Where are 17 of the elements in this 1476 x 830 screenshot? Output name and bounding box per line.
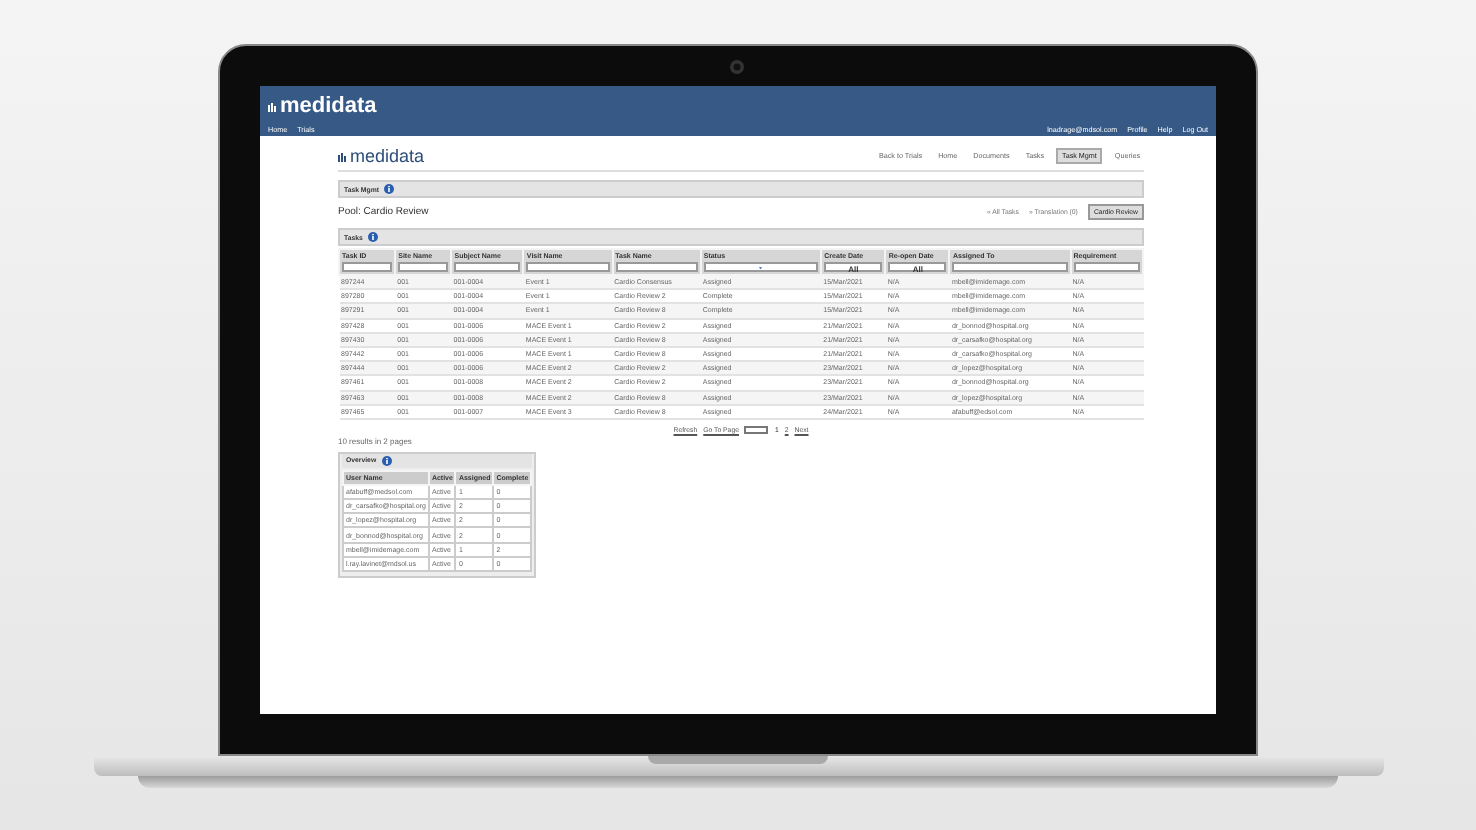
filter-field[interactable] — [952, 262, 1068, 272]
app-logo: medidata — [350, 146, 425, 166]
filter-field[interactable] — [454, 262, 521, 272]
filter-field[interactable] — [615, 262, 698, 272]
filter-field[interactable] — [1073, 262, 1140, 272]
filter-field[interactable] — [526, 262, 610, 272]
filter-dropdown[interactable] — [703, 262, 819, 272]
app-logo: medidata — [280, 94, 377, 118]
info-icon — [384, 184, 395, 194]
filter-field[interactable] — [398, 262, 449, 272]
page-input[interactable] — [744, 425, 769, 434]
info-icon — [368, 232, 379, 242]
webcam-icon — [730, 60, 744, 74]
filter-field[interactable] — [342, 262, 393, 272]
logo-icon — [268, 101, 278, 111]
logo-icon — [338, 151, 348, 161]
info-icon — [382, 455, 393, 466]
